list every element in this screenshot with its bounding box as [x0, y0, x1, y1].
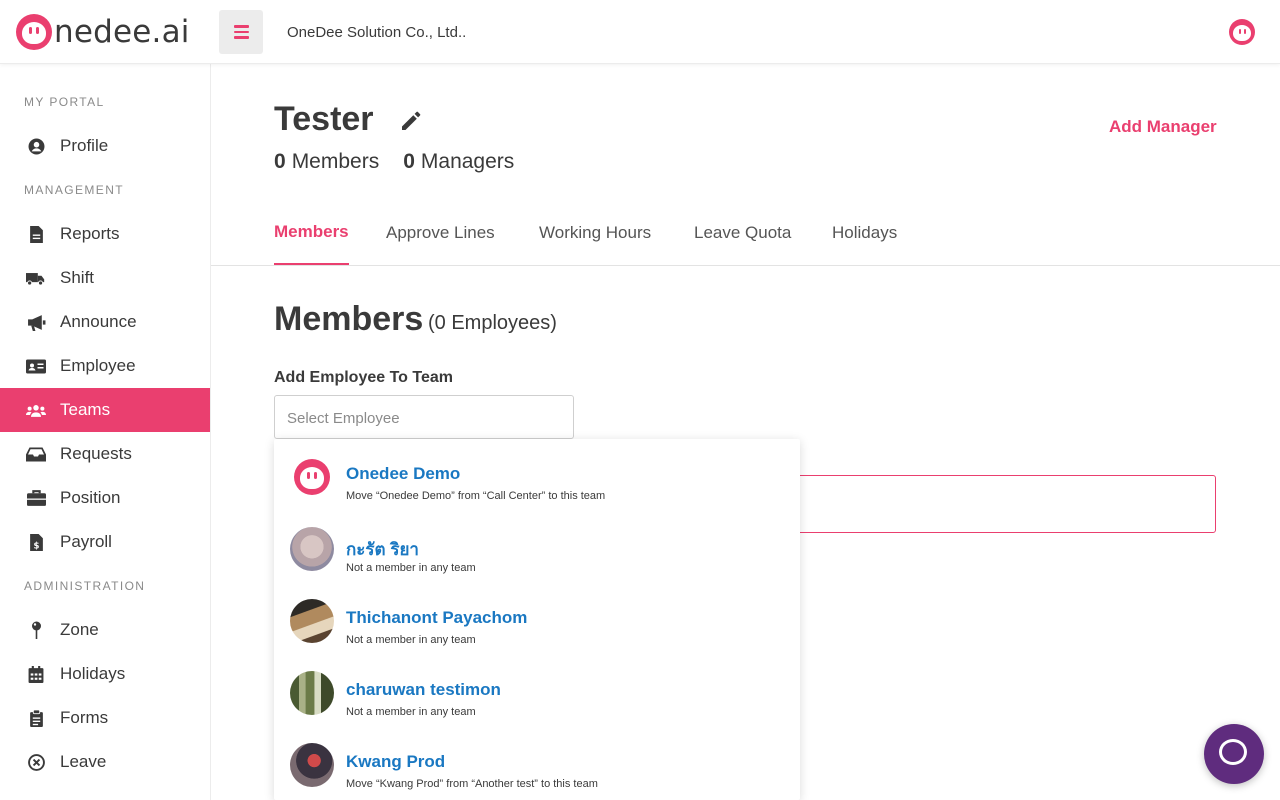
top-bar: nedee.ai OneDee Solution Co., Ltd..	[0, 0, 1280, 64]
sidebar-item-profile[interactable]: Profile	[0, 124, 210, 168]
clipboard-icon	[26, 708, 46, 728]
option-name: Kwang Prod	[346, 752, 446, 771]
avatar	[290, 455, 334, 499]
sidebar-item-holidays[interactable]: Holidays	[0, 652, 210, 696]
sidebar-item-label: Teams	[60, 400, 111, 419]
section-management: MANAGEMENT	[24, 183, 125, 197]
users-icon	[26, 400, 46, 420]
tab-approve-lines[interactable]: Approve Lines	[386, 223, 495, 266]
sidebar-item-label: Zone	[60, 620, 99, 639]
tab-leave-quota[interactable]: Leave Quota	[694, 223, 791, 266]
user-avatar[interactable]	[1229, 19, 1255, 45]
chat-bubble-icon	[1219, 739, 1247, 765]
team-counts: 0 Members 0 Managers	[274, 150, 514, 174]
avatar	[290, 527, 334, 571]
dropdown-option[interactable]: Kwang Prod Move “Kwang Prod” from “Anoth…	[274, 727, 800, 799]
sidebar: MY PORTAL Profile MANAGEMENT Reports Shi…	[0, 64, 211, 800]
managers-count: 0 Managers	[403, 150, 515, 173]
briefcase-icon	[26, 488, 46, 508]
document-icon	[26, 224, 46, 244]
sidebar-item-employee[interactable]: Employee	[0, 344, 210, 388]
sidebar-item-requests[interactable]: Requests	[0, 432, 210, 476]
sidebar-item-payroll[interactable]: $ Payroll	[0, 520, 210, 564]
sidebar-item-reports[interactable]: Reports	[0, 212, 210, 256]
sidebar-item-label: Reports	[60, 224, 120, 243]
inbox-icon	[26, 444, 46, 464]
sidebar-item-teams[interactable]: Teams	[0, 388, 210, 432]
avatar	[290, 671, 334, 715]
sidebar-item-label: Requests	[60, 444, 132, 463]
team-tabs: Members Approve Lines Working Hours Leav…	[211, 210, 1280, 266]
calendar-icon	[26, 664, 46, 684]
sidebar-item-position[interactable]: Position	[0, 476, 210, 520]
map-pin-icon	[26, 620, 46, 640]
id-card-icon	[26, 356, 46, 376]
sidebar-item-label: Profile	[60, 136, 109, 155]
svg-text:$: $	[33, 541, 39, 551]
sidebar-item-label: Leave	[60, 752, 107, 771]
sidebar-item-label: Holidays	[60, 664, 126, 683]
sidebar-item-shift[interactable]: Shift	[0, 256, 210, 300]
team-name: Tester	[274, 100, 374, 138]
onedee-logo[interactable]: nedee.ai	[16, 14, 190, 50]
dropdown-option[interactable]: charuwan testimon Not a member in any te…	[274, 655, 800, 727]
sidebar-item-label: Employee	[60, 356, 136, 375]
members-empty-panel	[780, 475, 1216, 533]
option-name: Thichanont Payachom	[346, 608, 528, 627]
members-count: 0 Members	[274, 150, 380, 173]
option-subtitle: Move “Onedee Demo” from “Call Center” to…	[346, 490, 606, 502]
option-subtitle: Not a member in any team	[346, 706, 476, 718]
sidebar-item-leave[interactable]: Leave	[0, 740, 210, 784]
sidebar-item-label: Position	[60, 488, 121, 507]
add-employee-label: Add Employee To Team	[274, 369, 453, 386]
employee-dropdown: Onedee Demo Move “Onedee Demo” from “Cal…	[274, 439, 800, 800]
sidebar-item-label: Payroll	[60, 532, 112, 551]
dropdown-option[interactable]: Onedee Demo Move “Onedee Demo” from “Cal…	[274, 439, 800, 511]
option-subtitle: Not a member in any team	[346, 634, 476, 646]
section-administration: ADMINISTRATION	[24, 579, 146, 593]
option-name: charuwan testimon	[346, 680, 501, 699]
hamburger-icon	[233, 25, 249, 28]
select-employee-input[interactable]: Select Employee	[274, 395, 574, 439]
tab-members[interactable]: Members	[274, 222, 349, 265]
option-name: กะรัต ริยา	[346, 540, 419, 559]
members-heading: Members	[274, 300, 424, 338]
section-my-portal: MY PORTAL	[24, 95, 105, 109]
sidebar-item-label: Forms	[60, 708, 109, 727]
dropdown-option[interactable]: กะรัต ริยา Not a member in any team	[274, 511, 800, 583]
dropdown-option[interactable]: Thichanont Payachom Not a member in any …	[274, 583, 800, 655]
circle-x-icon	[26, 752, 46, 772]
sidebar-item-forms[interactable]: Forms	[0, 696, 210, 740]
onedee-face-icon	[16, 14, 52, 50]
sidebar-item-label: Announce	[60, 312, 137, 331]
invoice-dollar-icon: $	[26, 532, 46, 552]
truck-clock-icon	[26, 268, 46, 288]
user-circle-icon	[26, 136, 46, 156]
option-subtitle: Not a member in any team	[346, 562, 476, 574]
select-employee-placeholder: Select Employee	[287, 410, 400, 427]
avatar	[290, 743, 334, 787]
company-name: OneDee Solution Co., Ltd..	[287, 24, 467, 41]
sidebar-item-announce[interactable]: Announce	[0, 300, 210, 344]
tab-working-hours[interactable]: Working Hours	[539, 223, 651, 266]
sidebar-item-label: Shift	[60, 268, 95, 287]
chat-button[interactable]	[1204, 724, 1264, 784]
employees-count: (0 Employees)	[428, 312, 557, 334]
option-name: Onedee Demo	[346, 464, 461, 483]
logo-text: nedee.ai	[54, 14, 190, 50]
add-manager-button[interactable]: Add Manager	[1109, 117, 1217, 137]
avatar	[290, 599, 334, 643]
menu-toggle-button[interactable]	[219, 10, 263, 54]
tab-holidays[interactable]: Holidays	[832, 223, 897, 266]
megaphone-icon	[26, 312, 46, 332]
pencil-icon[interactable]	[399, 109, 423, 133]
option-subtitle: Move “Kwang Prod” from “Another test” to…	[346, 778, 598, 790]
sidebar-item-zone[interactable]: Zone	[0, 608, 210, 652]
